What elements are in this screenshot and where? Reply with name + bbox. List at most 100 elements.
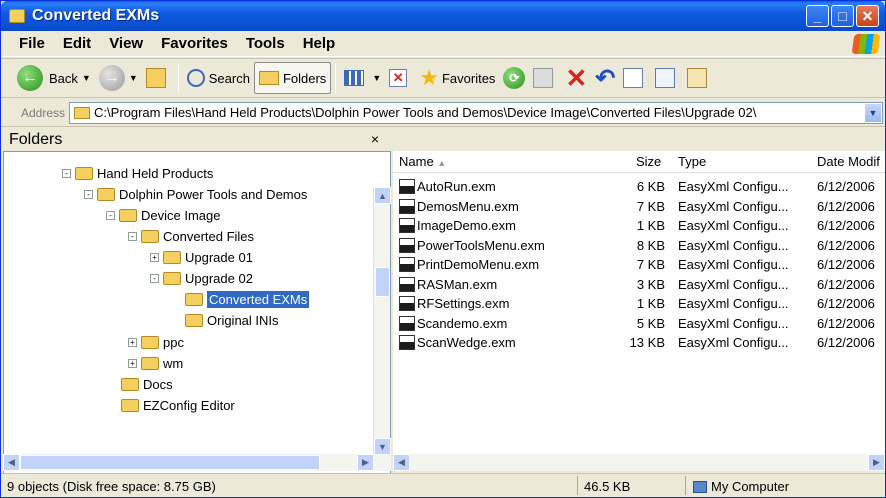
folder-icon xyxy=(163,250,181,264)
favorites-button[interactable]: ★ Favorites xyxy=(415,62,499,94)
close-pane-button[interactable]: ✕ xyxy=(385,62,415,94)
folder-icon xyxy=(141,356,159,370)
chevron-down-icon[interactable]: ▼ xyxy=(372,73,381,83)
chevron-down-icon[interactable]: ▼ xyxy=(129,73,138,83)
tree-item[interactable]: + ppc xyxy=(128,332,184,352)
up-folder-button[interactable] xyxy=(142,62,174,94)
delete-icon: ✕ xyxy=(565,62,588,93)
move-to-button[interactable] xyxy=(529,62,561,94)
tree-expander[interactable]: - xyxy=(128,231,137,241)
status-divider xyxy=(577,476,578,495)
column-type[interactable]: Type xyxy=(678,154,706,169)
tree-item[interactable]: + wm xyxy=(128,353,183,373)
tree-item[interactable]: - Upgrade 02 xyxy=(150,268,253,288)
title-bar[interactable]: Converted EXMs _ □ ✕ xyxy=(1,1,885,31)
column-date[interactable]: Date Modif xyxy=(817,154,880,169)
tree-expander[interactable]: - xyxy=(84,189,93,199)
tree-item[interactable]: - Hand Held Products xyxy=(62,163,213,183)
cell-name: AutoRun.exm xyxy=(417,179,496,194)
column-name[interactable]: Name ▲ xyxy=(399,154,446,169)
folder-icon xyxy=(121,377,139,391)
scrollbar-thumb[interactable] xyxy=(375,267,390,297)
forward-button[interactable]: → ▼ xyxy=(95,62,142,94)
history-button[interactable]: ⟳ xyxy=(499,62,529,94)
scroll-left-icon[interactable]: ◀ xyxy=(393,454,410,471)
address-input[interactable]: C:\Program Files\Hand Held Products\Dolp… xyxy=(69,101,883,124)
forward-arrow-icon: → xyxy=(98,65,125,91)
tree-item[interactable]: - Device Image xyxy=(106,205,220,225)
tree-item[interactable]: + Upgrade 01 xyxy=(150,247,253,267)
tree-expander[interactable]: + xyxy=(128,337,137,347)
paste-button[interactable] xyxy=(683,62,715,94)
cell-type: EasyXml Configu... xyxy=(678,276,789,292)
table-row[interactable]: RASMan.exm 3 KB EasyXml Configu... 6/12/200… xyxy=(393,276,885,296)
delete-button[interactable]: ✕ xyxy=(561,62,591,94)
tree-expander[interactable]: - xyxy=(150,273,159,283)
table-row[interactable]: RFSettings.exm 1 KB EasyXml Configu... 6/12… xyxy=(393,296,885,315)
scroll-up-icon[interactable]: ▲ xyxy=(374,187,391,204)
table-row[interactable]: PowerToolsMenu.exm 8 KB EasyXml Configu...… xyxy=(393,237,885,257)
cell-name: PrintDemoMenu.exm xyxy=(417,257,540,272)
folders-vertical-scrollbar[interactable]: ▲ ▼ xyxy=(373,187,391,455)
menu-file[interactable]: File xyxy=(1,35,54,52)
cell-name: ImageDemo.exm xyxy=(417,218,516,233)
close-icon[interactable]: × xyxy=(371,131,379,147)
tree-item[interactable]: - Converted Files xyxy=(128,226,254,246)
tree-expander[interactable]: - xyxy=(106,210,115,220)
address-bar: Address C:\Program Files\Hand Held Produ… xyxy=(1,99,885,127)
folders-horizontal-scrollbar[interactable]: ◀ ▶ xyxy=(3,454,391,471)
cell-type: EasyXml Configu... xyxy=(678,315,789,331)
search-icon xyxy=(186,69,205,87)
cell-size: 13 KB xyxy=(629,335,665,350)
menu-view[interactable]: View xyxy=(100,35,152,52)
copy-icon xyxy=(655,68,676,88)
table-row[interactable]: DemosMenu.exm 7 KB EasyXml Configu... 6/12/… xyxy=(393,198,885,218)
folder-icon xyxy=(9,9,25,23)
file-list: Name ▲ Size Type Date Modif AutoRun.exm 6… xyxy=(393,151,885,456)
table-row[interactable]: ImageDemo.exm 1 KB EasyXml Configu... 6/12/… xyxy=(393,218,885,237)
undo-button[interactable]: ↶ xyxy=(591,62,619,94)
scroll-left-icon[interactable]: ◀ xyxy=(3,454,20,471)
tree-item[interactable]: - Dolphin Power Tools and Demos xyxy=(84,184,307,204)
scroll-down-icon[interactable]: ▼ xyxy=(374,438,391,455)
tree-item[interactable]: EZConfig Editor xyxy=(121,395,235,415)
column-size[interactable]: Size xyxy=(636,154,661,169)
tree-expander[interactable]: + xyxy=(128,358,137,368)
tree-item[interactable]: Docs xyxy=(121,374,173,394)
properties-button[interactable] xyxy=(619,62,651,94)
views-button[interactable]: ▼ xyxy=(340,62,385,94)
scroll-right-icon[interactable]: ▶ xyxy=(868,454,885,471)
cell-name: RFSettings.exm xyxy=(417,296,510,311)
copy-button[interactable] xyxy=(651,62,683,94)
tree-item[interactable]: Converted EXMs xyxy=(185,289,310,309)
minimize-button[interactable]: _ xyxy=(806,5,829,27)
cell-date: 6/12/2006 xyxy=(817,237,875,253)
cell-name: DemosMenu.exm xyxy=(417,198,519,214)
tree-expander[interactable]: - xyxy=(62,168,71,178)
folders-button[interactable]: Folders xyxy=(253,62,332,94)
tree-expander[interactable]: + xyxy=(150,252,159,262)
scrollbar-thumb[interactable] xyxy=(20,455,320,470)
table-row[interactable]: ScanWedge.exm 13 KB EasyXml Configu... 6/12… xyxy=(393,335,885,354)
cell-date: 6/12/2006 xyxy=(817,257,875,272)
menu-tools[interactable]: Tools xyxy=(237,35,294,52)
tree-item[interactable]: Original INIs xyxy=(185,310,279,330)
address-value: C:\Program Files\Hand Held Products\Dolp… xyxy=(94,105,757,120)
table-row[interactable]: PrintDemoMenu.exm 7 KB EasyXml Configu... 6… xyxy=(393,257,885,276)
cell-type: EasyXml Configu... xyxy=(678,218,789,233)
back-button[interactable]: ← Back ▼ xyxy=(13,62,95,94)
folder-icon xyxy=(119,208,137,222)
maximize-button[interactable]: □ xyxy=(831,5,854,27)
list-horizontal-scrollbar[interactable]: ◀ ▶ xyxy=(393,454,885,471)
search-label: Search xyxy=(208,70,250,86)
table-row[interactable]: Scandemo.exm 5 KB EasyXml Configu... 6/12/2… xyxy=(393,315,885,335)
search-button[interactable]: Search xyxy=(183,62,254,94)
chevron-down-icon[interactable]: ▼ xyxy=(864,102,882,123)
chevron-down-icon[interactable]: ▼ xyxy=(82,73,91,83)
menu-favorites[interactable]: Favorites xyxy=(152,35,237,52)
menu-edit[interactable]: Edit xyxy=(54,35,100,52)
menu-help[interactable]: Help xyxy=(294,35,345,52)
close-button[interactable]: ✕ xyxy=(856,5,879,27)
table-row[interactable]: AutoRun.exm 6 KB EasyXml Configu... 6/12/20… xyxy=(393,179,885,198)
scroll-right-icon[interactable]: ▶ xyxy=(357,454,374,471)
